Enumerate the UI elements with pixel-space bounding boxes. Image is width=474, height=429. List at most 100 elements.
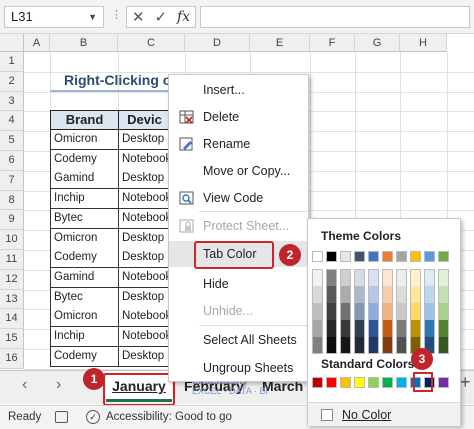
brand-cell[interactable]: Omicron <box>50 228 119 249</box>
insert-function-icon[interactable]: fx <box>177 9 190 25</box>
device-cell[interactable]: Desktop <box>118 169 170 190</box>
theme-color-swatch[interactable] <box>438 251 449 262</box>
menu-item-view-code[interactable]: View Code <box>169 185 308 211</box>
row-header-8[interactable]: 8 <box>0 190 24 211</box>
theme-shade-swatch[interactable] <box>438 269 449 286</box>
theme-shade-swatch[interactable] <box>382 337 393 354</box>
menu-item-hide[interactable]: Hide <box>169 271 308 297</box>
theme-color-swatch[interactable] <box>326 251 337 262</box>
theme-shade-swatch[interactable] <box>424 303 435 320</box>
select-all-corner[interactable] <box>0 34 24 52</box>
device-cell[interactable]: Desktop <box>118 346 170 367</box>
theme-shade-swatch[interactable] <box>382 269 393 286</box>
device-cell[interactable]: Desktop <box>118 287 170 308</box>
brand-cell[interactable]: Inchip <box>50 327 119 347</box>
theme-shade-swatch[interactable] <box>396 303 407 320</box>
row-header-14[interactable]: 14 <box>0 309 24 330</box>
device-cell[interactable]: Notebook <box>118 149 170 170</box>
column-header-f[interactable]: F <box>310 34 355 52</box>
macro-record-icon[interactable] <box>55 411 68 423</box>
row-header-3[interactable]: 3 <box>0 91 24 112</box>
theme-color-swatch[interactable] <box>340 251 351 262</box>
theme-shade-swatch[interactable] <box>340 303 351 320</box>
formula-input[interactable] <box>200 6 470 28</box>
theme-shade-swatch[interactable] <box>382 286 393 303</box>
column-header-b[interactable]: B <box>50 34 118 52</box>
table-header-brand[interactable]: Brand <box>50 110 119 130</box>
menu-item-rename[interactable]: Rename <box>169 131 308 157</box>
brand-cell[interactable]: Codemy <box>50 346 119 367</box>
theme-shade-swatch[interactable] <box>438 337 449 354</box>
theme-shade-swatch[interactable] <box>368 286 379 303</box>
column-header-e[interactable]: E <box>250 34 310 52</box>
theme-shade-swatch[interactable] <box>312 269 323 286</box>
add-sheet-icon[interactable]: + <box>460 372 471 393</box>
theme-shade-swatch[interactable] <box>368 320 379 337</box>
theme-shade-swatch[interactable] <box>438 286 449 303</box>
standard-color-swatch[interactable] <box>340 377 351 388</box>
theme-shade-swatch[interactable] <box>410 320 421 337</box>
theme-color-swatch[interactable] <box>312 251 323 262</box>
theme-shade-swatch[interactable] <box>354 320 365 337</box>
standard-color-swatch[interactable] <box>396 377 407 388</box>
device-cell[interactable]: Notebook <box>118 327 170 347</box>
brand-cell[interactable]: Gamind <box>50 169 119 190</box>
theme-shade-swatch[interactable] <box>396 320 407 337</box>
theme-shade-swatch[interactable] <box>438 303 449 320</box>
row-header-7[interactable]: 7 <box>0 170 24 191</box>
theme-shade-swatch[interactable] <box>410 286 421 303</box>
theme-shade-swatch[interactable] <box>438 320 449 337</box>
theme-shade-swatch[interactable] <box>354 303 365 320</box>
theme-shade-swatch[interactable] <box>382 303 393 320</box>
standard-color-swatch[interactable] <box>326 377 337 388</box>
column-header-g[interactable]: G <box>355 34 400 52</box>
brand-cell[interactable]: Bytec <box>50 208 119 229</box>
menu-item-select-all-sheets[interactable]: Select All Sheets <box>169 327 308 353</box>
row-header-10[interactable]: 10 <box>0 230 24 250</box>
brand-cell[interactable]: Codemy <box>50 248 119 269</box>
name-box[interactable]: L31 ▼ <box>4 6 104 28</box>
theme-shade-swatch[interactable] <box>340 269 351 286</box>
brand-cell[interactable]: Omicron <box>50 307 119 328</box>
device-cell[interactable]: Notebook <box>118 189 170 210</box>
standard-color-swatch[interactable] <box>368 377 379 388</box>
theme-shade-swatch[interactable] <box>354 286 365 303</box>
theme-color-swatch[interactable] <box>424 251 435 262</box>
menu-item-move-or-copy[interactable]: Move or Copy... <box>169 158 308 184</box>
row-header-11[interactable]: 11 <box>0 250 24 270</box>
device-cell[interactable]: Desktop <box>118 248 170 269</box>
theme-shade-swatch[interactable] <box>312 303 323 320</box>
theme-shade-swatch[interactable] <box>326 337 337 354</box>
theme-shade-swatch[interactable] <box>396 337 407 354</box>
menu-item-ungroup-sheets[interactable]: Ungroup Sheets <box>169 355 308 381</box>
theme-shade-swatch[interactable] <box>354 269 365 286</box>
menu-item-delete[interactable]: Delete <box>169 104 308 130</box>
theme-color-swatch[interactable] <box>354 251 365 262</box>
accessibility-icon[interactable]: ✓ <box>86 410 100 424</box>
chevron-down-icon[interactable]: ▼ <box>88 7 97 27</box>
row-header-4[interactable]: 4 <box>0 111 24 132</box>
theme-shade-swatch[interactable] <box>326 303 337 320</box>
theme-shade-swatch[interactable] <box>424 269 435 286</box>
brand-cell[interactable]: Codemy <box>50 149 119 170</box>
theme-shade-swatch[interactable] <box>410 269 421 286</box>
brand-cell[interactable]: Inchip <box>50 189 119 210</box>
theme-shade-swatch[interactable] <box>340 337 351 354</box>
device-cell[interactable]: Desktop <box>118 228 170 249</box>
theme-shade-swatch[interactable] <box>340 320 351 337</box>
theme-shade-swatch[interactable] <box>396 269 407 286</box>
row-header-12[interactable]: 12 <box>0 269 24 290</box>
standard-color-swatch[interactable] <box>382 377 393 388</box>
theme-color-swatch[interactable] <box>396 251 407 262</box>
cancel-icon[interactable]: ✕ <box>132 8 145 26</box>
column-header-c[interactable]: C <box>118 34 185 52</box>
table-header-device[interactable]: Devic <box>118 110 170 130</box>
row-header-16[interactable]: 16 <box>0 349 24 369</box>
row-header-15[interactable]: 15 <box>0 329 24 349</box>
theme-shade-swatch[interactable] <box>368 269 379 286</box>
theme-shade-swatch[interactable] <box>326 286 337 303</box>
device-cell[interactable]: Desktop <box>118 130 170 150</box>
theme-shade-swatch[interactable] <box>312 286 323 303</box>
standard-color-swatch[interactable] <box>438 377 449 388</box>
row-header-2[interactable]: 2 <box>0 71 24 92</box>
